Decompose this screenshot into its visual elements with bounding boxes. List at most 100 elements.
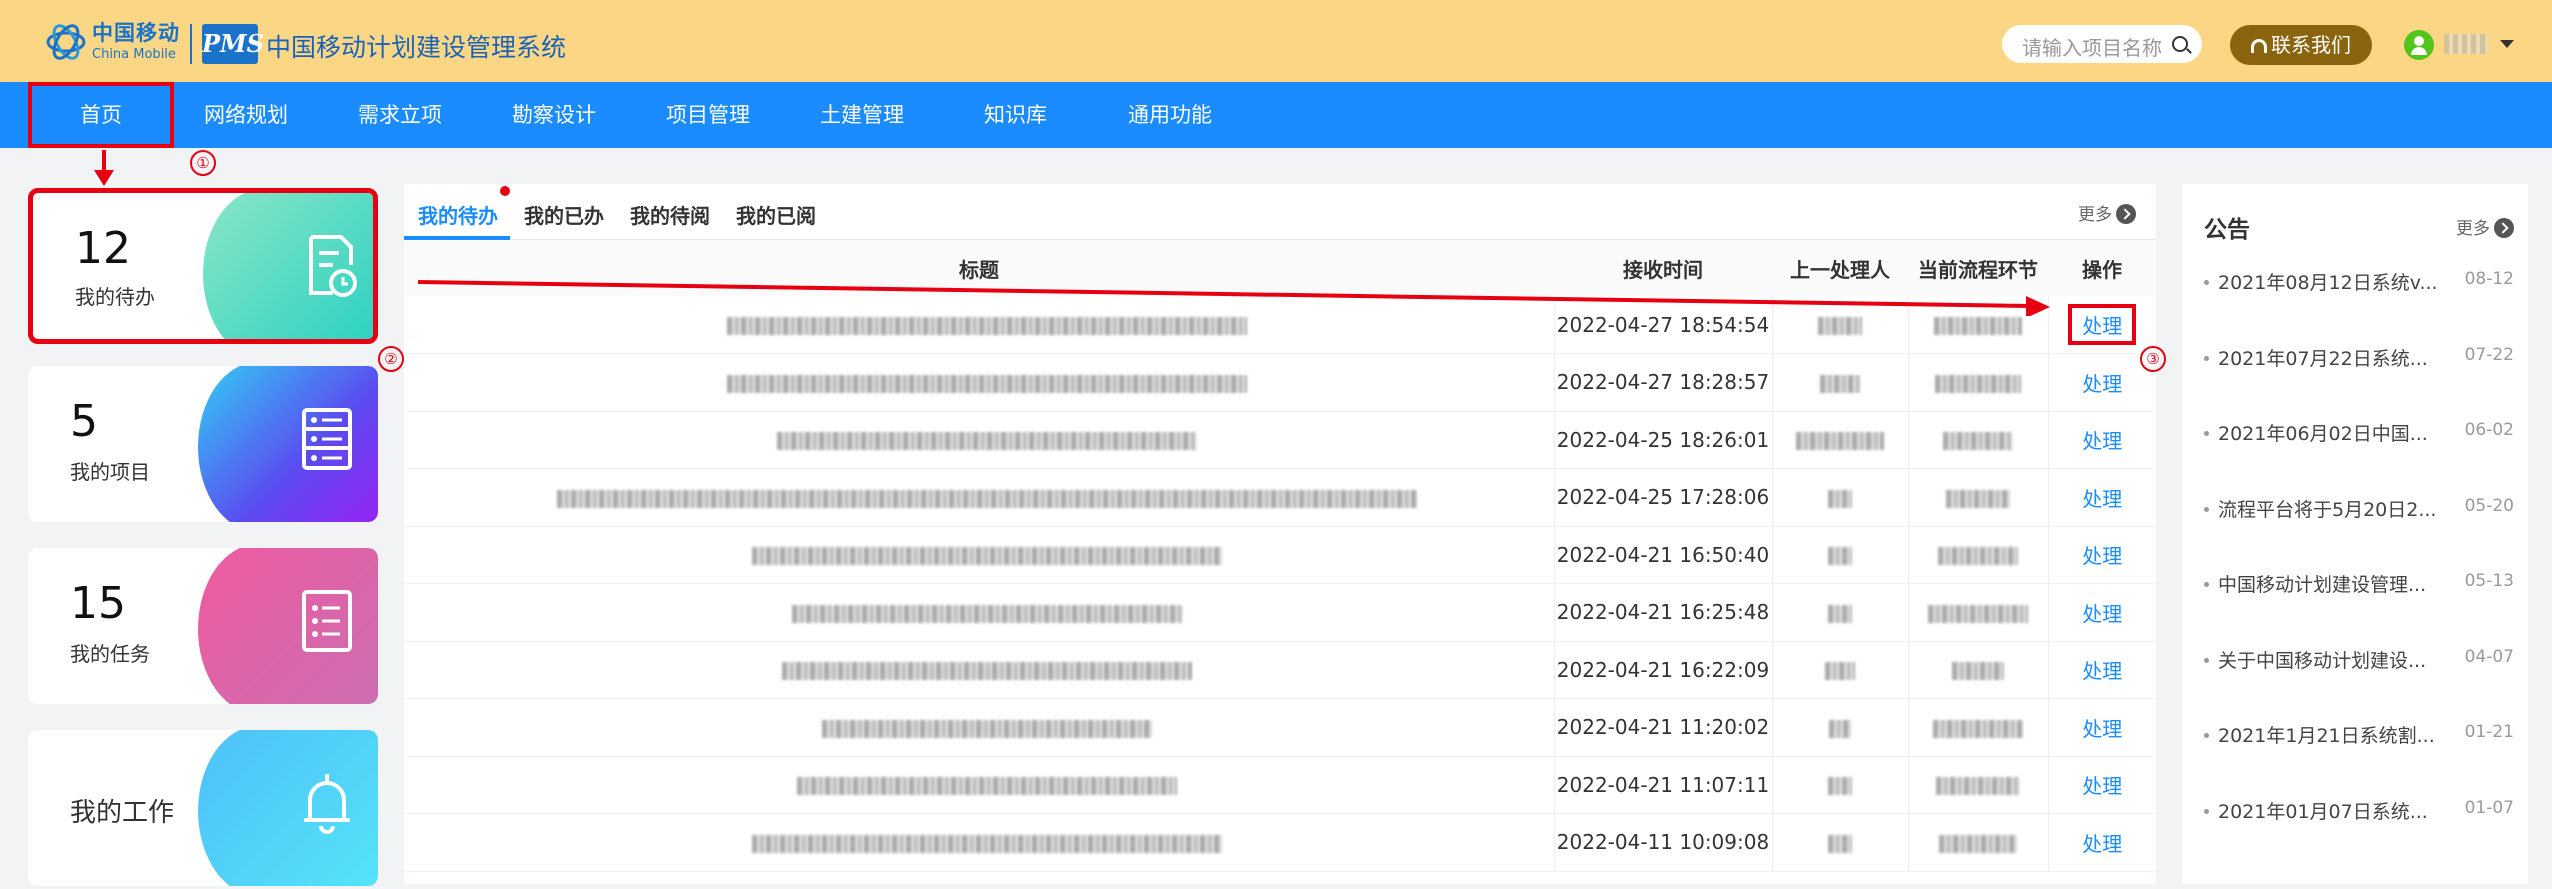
- todo-tabs: 我的待办 我的已办 我的待阅 我的已阅 更多: [404, 184, 2156, 240]
- table-row[interactable]: 2022-04-11 10:09:08 处理: [404, 813, 2156, 872]
- table-row[interactable]: 2022-04-25 18:26:01 处理: [404, 411, 2156, 469]
- process-button[interactable]: 处理: [2082, 659, 2122, 683]
- row-prev-handler-blurred: [1772, 756, 1909, 814]
- chevron-right-icon: [2116, 204, 2136, 224]
- announcement-panel: 公告 更多 2021年08月12日系统v... 08-12 2021年07月22日系…: [2182, 184, 2528, 884]
- announcement-item[interactable]: 关于中国移动计划建设... 04-07: [2204, 646, 2514, 676]
- row-received-time: 2022-04-21 11:20:02: [1554, 698, 1773, 757]
- process-button[interactable]: 处理: [2082, 429, 2122, 453]
- row-title-blurred[interactable]: [404, 698, 1555, 757]
- announcement-item[interactable]: 2021年06月02日中国... 06-02: [2204, 419, 2514, 449]
- row-title-blurred[interactable]: [404, 411, 1555, 469]
- todo-more-link[interactable]: 更多: [2078, 200, 2136, 225]
- nav-demand-approval[interactable]: 需求立项: [358, 82, 442, 148]
- card-count: 12: [75, 223, 131, 274]
- announcement-item[interactable]: 2021年08月12日系统v... 08-12: [2204, 268, 2514, 298]
- nav-project-management[interactable]: 项目管理: [666, 82, 750, 148]
- row-received-time: 2022-04-21 16:50:40: [1554, 526, 1773, 584]
- table-row[interactable]: 2022-04-21 16:25:48 处理: [404, 583, 2156, 642]
- pms-logo: PMS: [202, 24, 264, 64]
- row-received-time: 2022-04-27 18:28:57: [1554, 353, 1773, 412]
- search-input[interactable]: 请输入项目名称: [2022, 32, 2162, 61]
- bullet-dot: [2204, 280, 2209, 285]
- announcement-item[interactable]: 2021年1月21日系统割... 01-21: [2204, 721, 2514, 751]
- table-row[interactable]: 2022-04-21 16:50:40 处理: [404, 526, 2156, 584]
- process-button[interactable]: 处理: [2082, 717, 2122, 741]
- annotation-step-2: ②: [378, 346, 404, 372]
- row-title-blurred[interactable]: [404, 526, 1555, 584]
- announcement-item[interactable]: 流程平台将于5月20日2... 05-20: [2204, 495, 2514, 525]
- row-prev-handler-blurred: [1772, 813, 1909, 872]
- tab-my-todo[interactable]: 我的待办: [418, 200, 498, 229]
- row-title-blurred[interactable]: [404, 756, 1555, 814]
- card-my-todo[interactable]: 12 我的待办: [28, 188, 378, 344]
- user-avatar-icon[interactable]: [2404, 30, 2434, 60]
- announcement-more-link[interactable]: 更多: [2456, 214, 2514, 239]
- announcement-text: 2021年1月21日系统割...: [2218, 725, 2435, 747]
- announcement-item[interactable]: 中国移动计划建设管理... 05-13: [2204, 570, 2514, 600]
- search-icon[interactable]: [2172, 36, 2188, 52]
- tab-my-read[interactable]: 我的已阅: [736, 200, 816, 229]
- announcement-item[interactable]: 2021年07月22日系统... 07-22: [2204, 344, 2514, 374]
- announcement-date: 01-21: [2464, 722, 2514, 742]
- chevron-right-icon: [2494, 218, 2514, 238]
- row-title-blurred[interactable]: [404, 353, 1555, 412]
- row-action-cell: 处理: [2048, 296, 2156, 354]
- bullet-dot: [2204, 808, 2209, 814]
- process-button[interactable]: 处理: [2082, 487, 2122, 511]
- tab-my-done[interactable]: 我的已办: [524, 200, 604, 229]
- row-current-step-blurred: [1908, 641, 2049, 699]
- row-received-time: 2022-04-21 16:22:09: [1554, 641, 1773, 699]
- card-my-projects[interactable]: 5 我的项目: [28, 366, 378, 522]
- card-my-tasks[interactable]: 15 我的任务: [28, 548, 378, 704]
- announcement-date: 06-02: [2464, 420, 2514, 440]
- row-action-cell: 处理: [2048, 468, 2156, 527]
- tab-my-to-read[interactable]: 我的待阅: [630, 200, 710, 229]
- process-button[interactable]: 处理: [2082, 544, 2122, 568]
- row-title-blurred[interactable]: [404, 813, 1555, 872]
- card-my-work[interactable]: 我的工作: [28, 730, 378, 886]
- search-box[interactable]: 请输入项目名称: [2002, 25, 2202, 63]
- nav-civil-management[interactable]: 土建管理: [820, 82, 904, 148]
- process-button[interactable]: 处理: [2082, 774, 2122, 798]
- nav-knowledge-base[interactable]: 知识库: [984, 82, 1047, 148]
- process-button[interactable]: 处理: [2068, 304, 2137, 345]
- card-label: 我的任务: [70, 642, 150, 666]
- row-current-step-blurred: [1908, 353, 2049, 412]
- table-row[interactable]: 2022-04-21 16:22:09 处理: [404, 641, 2156, 699]
- headphones-icon: [2251, 39, 2267, 53]
- process-button[interactable]: 处理: [2082, 832, 2122, 856]
- announcement-title: 公告: [2204, 217, 2250, 243]
- row-title-blurred[interactable]: [404, 583, 1555, 642]
- process-button[interactable]: 处理: [2082, 602, 2122, 626]
- chevron-down-icon[interactable]: [2500, 40, 2514, 48]
- row-current-step-blurred: [1908, 411, 2049, 469]
- nav-home[interactable]: 首页: [28, 82, 174, 148]
- announcement-item[interactable]: 2021年01月07日系统... 01-07: [2204, 797, 2514, 827]
- table-row[interactable]: 2022-04-21 11:07:11 处理: [404, 756, 2156, 814]
- row-prev-handler-blurred: [1772, 411, 1909, 469]
- china-mobile-logo[interactable]: 中国移动 China Mobile: [44, 22, 180, 62]
- username-blurred[interactable]: [2444, 34, 2488, 54]
- row-current-step-blurred: [1908, 698, 2049, 757]
- row-title-blurred[interactable]: [404, 641, 1555, 699]
- nav-general-functions[interactable]: 通用功能: [1128, 82, 1212, 148]
- contact-us-button[interactable]: 联系我们: [2230, 25, 2372, 65]
- todo-table: 标题 接收时间 上一处理人 当前流程环节 操作 2022-04-27 18:54…: [404, 240, 2156, 872]
- process-button[interactable]: 处理: [2082, 372, 2122, 396]
- card-label: 我的待办: [75, 285, 155, 309]
- table-row[interactable]: 2022-04-21 11:20:02 处理: [404, 698, 2156, 757]
- annotation-step-3: ③: [2140, 346, 2166, 372]
- bullet-dot: [2204, 506, 2209, 512]
- row-title-blurred[interactable]: [404, 468, 1555, 527]
- logo-divider: [190, 24, 192, 64]
- main-nav: 首页 网络规划 需求立项 勘察设计 项目管理 土建管理 知识库 通用功能: [0, 82, 2552, 148]
- announcement-text: 流程平台将于5月20日2...: [2218, 498, 2437, 521]
- row-received-time: 2022-04-25 18:26:01: [1554, 411, 1773, 469]
- table-row[interactable]: 2022-04-25 17:28:06 处理: [404, 468, 2156, 527]
- bullet-dot: [2204, 355, 2209, 361]
- table-row[interactable]: 2022-04-27 18:28:57 处理: [404, 353, 2156, 412]
- nav-network-planning[interactable]: 网络规划: [204, 82, 288, 148]
- nav-survey-design[interactable]: 勘察设计: [512, 82, 596, 148]
- row-prev-handler-blurred: [1772, 468, 1909, 527]
